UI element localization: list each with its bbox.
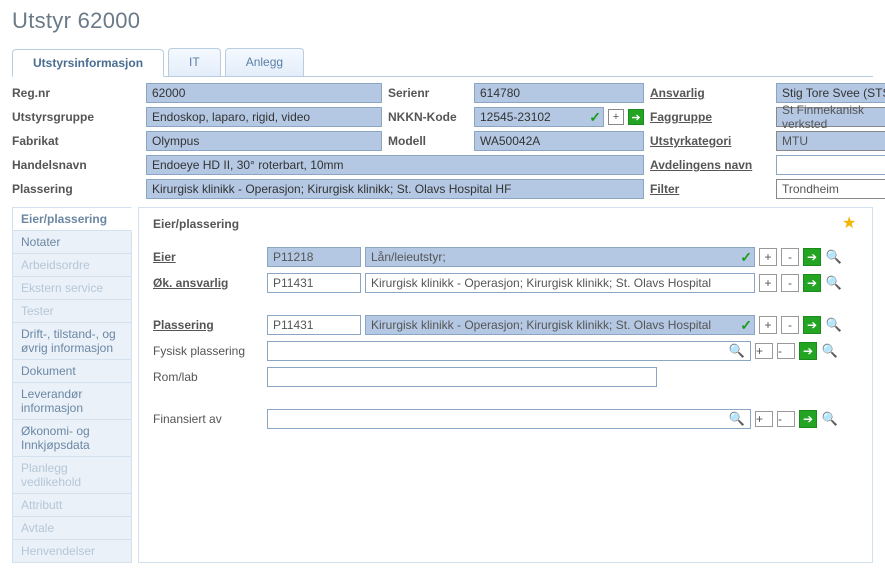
sidebar-item-eier[interactable]: Eier/plassering: [12, 207, 132, 231]
panel-title: Eier/plassering: [153, 217, 239, 231]
plus-button[interactable]: +: [759, 274, 777, 292]
handelsnavn-label: Handelsnavn: [12, 158, 140, 172]
nkkn-label: NKKN-Kode: [388, 110, 468, 124]
panel-content: Eier/plassering ★ Eier P11218 Lån/leieut…: [138, 207, 873, 563]
minus-button[interactable]: -: [781, 274, 799, 292]
sidebar-item-attributt[interactable]: Attributt: [12, 494, 132, 517]
sidebar-item-leverandor[interactable]: Leverandør informasjon: [12, 383, 132, 420]
sidebar-item-notater[interactable]: Notater: [12, 231, 132, 254]
top-form: Reg.nr 62000 Serienr 614780 Ansvarlig St…: [12, 83, 873, 199]
magnify-icon[interactable]: 🔍: [729, 411, 745, 427]
finans-field[interactable]: 🔍: [267, 409, 751, 429]
minus-button[interactable]: -: [781, 316, 799, 334]
fysisk-label: Fysisk plassering: [153, 344, 263, 358]
regnr-field[interactable]: 62000: [146, 83, 382, 103]
romlab-label: Rom/lab: [153, 370, 263, 384]
minus-button[interactable]: -: [777, 411, 795, 427]
fysisk-field[interactable]: 🔍: [267, 341, 751, 361]
check-icon: ✓: [740, 317, 752, 334]
minus-button[interactable]: -: [777, 343, 795, 359]
plassering-field[interactable]: Kirurgisk klinikk - Operasjon; Kirurgisk…: [146, 179, 644, 199]
ansvarlig-field[interactable]: Stig Tore Svee (STS)✓: [776, 83, 885, 103]
sidebar-item-tester[interactable]: Tester: [12, 300, 132, 323]
avdelingens-label[interactable]: Avdelingens navn: [650, 158, 770, 172]
tab-utstyrsinformasjon[interactable]: Utstyrsinformasjon: [12, 49, 164, 77]
plus-button[interactable]: +: [759, 316, 777, 334]
plus-button[interactable]: +: [755, 411, 773, 427]
modell-field[interactable]: WA50042A: [474, 131, 644, 151]
sidebar-item-ekstern[interactable]: Ekstern service: [12, 277, 132, 300]
sidebar-item-drift[interactable]: Drift-, tilstand-, og øvrig informasjon: [12, 323, 132, 360]
plassering-id[interactable]: P11431: [267, 315, 361, 335]
ansvarlig-label[interactable]: Ansvarlig: [650, 86, 770, 100]
check-icon: ✓: [740, 249, 752, 266]
utstyrsgruppe-label: Utstyrsgruppe: [12, 110, 140, 124]
main-tabs: Utstyrsinformasjon IT Anlegg: [12, 48, 873, 77]
utstyrkategori-label[interactable]: Utstyrkategori: [650, 134, 770, 148]
sidebar-item-arbeidsordre[interactable]: Arbeidsordre: [12, 254, 132, 277]
go-button[interactable]: ➔: [803, 316, 821, 334]
go-button[interactable]: ➔: [803, 274, 821, 292]
plassering-desc[interactable]: Kirurgisk klinikk - Operasjon; Kirurgisk…: [365, 315, 755, 335]
serienr-label: Serienr: [388, 86, 468, 100]
filter-label[interactable]: Filter: [650, 182, 770, 196]
sidebar: Eier/plassering Notater Arbeidsordre Eks…: [12, 207, 132, 563]
utstyrsgruppe-field[interactable]: Endoskop, laparo, rigid, video: [146, 107, 382, 127]
add-button[interactable]: +: [608, 109, 624, 125]
sidebar-item-dokument[interactable]: Dokument: [12, 360, 132, 383]
romlab-field[interactable]: [267, 367, 657, 387]
eier-id[interactable]: P11218: [267, 247, 361, 267]
eier-desc[interactable]: Lån/leieutstyr;✓: [365, 247, 755, 267]
handelsnavn-field[interactable]: Endoeye HD II, 30° roterbart, 10mm: [146, 155, 644, 175]
go-button[interactable]: ➔: [628, 109, 644, 125]
magnify-icon[interactable]: 🔍: [821, 342, 839, 360]
fabrikat-field[interactable]: Olympus: [146, 131, 382, 151]
sidebar-item-avtale[interactable]: Avtale: [12, 517, 132, 540]
go-button[interactable]: ➔: [799, 410, 817, 428]
magnify-icon[interactable]: 🔍: [825, 248, 843, 266]
magnify-icon[interactable]: 🔍: [821, 410, 839, 428]
minus-button[interactable]: -: [781, 248, 799, 266]
star-icon[interactable]: ★: [842, 216, 858, 232]
sidebar-item-okonomi[interactable]: Økonomi- og Innkjøpsdata: [12, 420, 132, 457]
plus-button[interactable]: +: [759, 248, 777, 266]
serienr-field[interactable]: 614780: [474, 83, 644, 103]
tab-anlegg[interactable]: Anlegg: [225, 48, 304, 76]
nkkn-field[interactable]: 12545-23102✓: [474, 107, 604, 127]
utstyrkategori-dropdown[interactable]: MTU: [776, 131, 885, 151]
finans-label: Finansiert av: [153, 412, 263, 426]
go-button[interactable]: ➔: [799, 342, 817, 360]
ok-desc[interactable]: Kirurgisk klinikk - Operasjon; Kirurgisk…: [365, 273, 755, 293]
filter-dropdown[interactable]: Trondheim: [776, 179, 885, 199]
panel-plassering-label[interactable]: Plassering: [153, 318, 263, 332]
regnr-label: Reg.nr: [12, 86, 140, 100]
modell-label: Modell: [388, 134, 468, 148]
magnify-icon[interactable]: 🔍: [729, 343, 745, 359]
ok-id[interactable]: P11431: [267, 273, 361, 293]
faggruppe-dropdown[interactable]: St Finmekanisk verksted: [776, 107, 885, 127]
magnify-icon[interactable]: 🔍: [825, 274, 843, 292]
check-icon: ✓: [589, 109, 601, 126]
plassering-label: Plassering: [12, 182, 140, 196]
ok-ansvarlig-label[interactable]: Øk. ansvarlig: [153, 276, 263, 290]
avdelingens-field[interactable]: [776, 155, 885, 175]
eier-label[interactable]: Eier: [153, 250, 263, 264]
fabrikat-label: Fabrikat: [12, 134, 140, 148]
sidebar-item-henvendelser[interactable]: Henvendelser: [12, 540, 132, 563]
go-button[interactable]: ➔: [803, 248, 821, 266]
faggruppe-label[interactable]: Faggruppe: [650, 110, 770, 124]
sidebar-item-planlegg[interactable]: Planlegg vedlikehold: [12, 457, 132, 494]
plus-button[interactable]: +: [755, 343, 773, 359]
tab-it[interactable]: IT: [168, 48, 221, 76]
magnify-icon[interactable]: 🔍: [825, 316, 843, 334]
page-title: Utstyr 62000: [12, 8, 873, 34]
